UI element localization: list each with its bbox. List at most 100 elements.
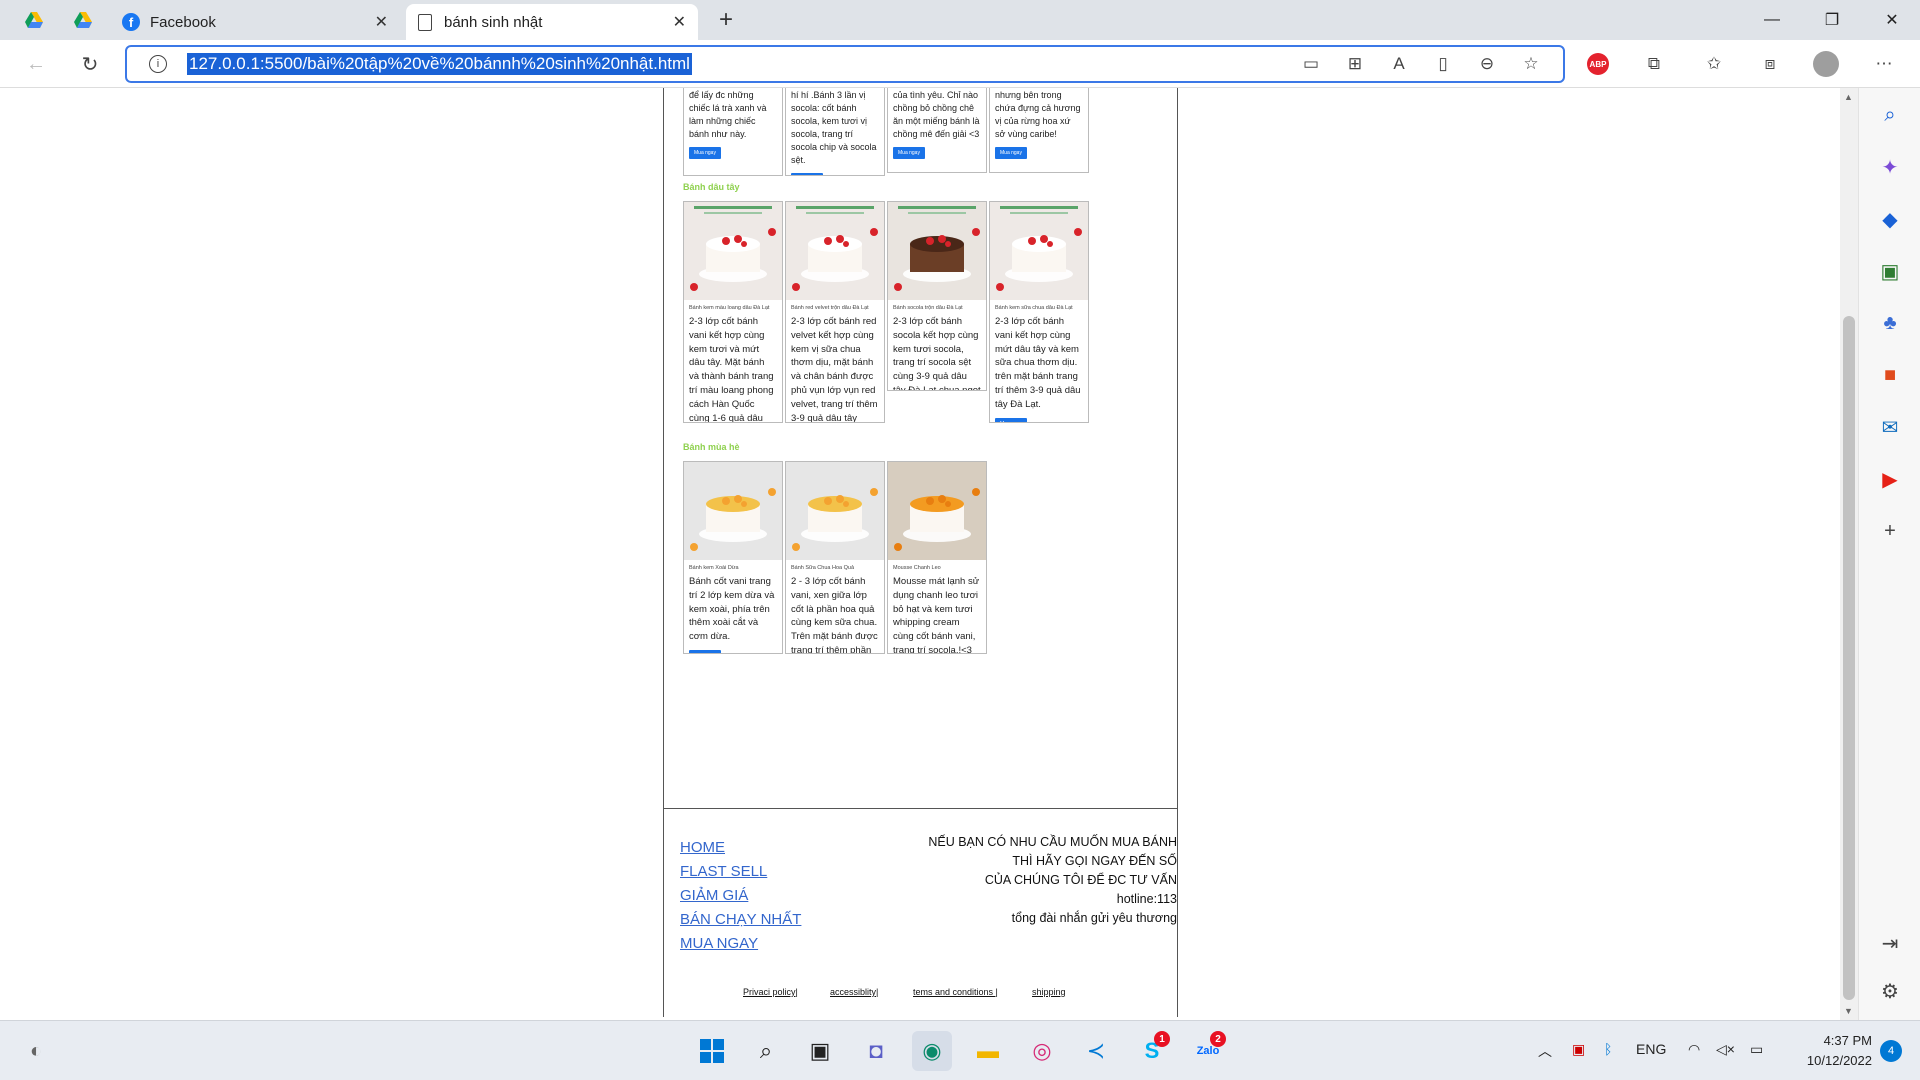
info-icon[interactable]: i <box>149 55 167 73</box>
taskbar-search-icon[interactable]: ⌕ <box>746 1031 786 1071</box>
read-aloud-icon[interactable]: A <box>1385 50 1413 78</box>
google-drive-tab-icon-2[interactable] <box>65 6 101 34</box>
show-hidden-icons-icon[interactable]: ︿ <box>1538 1041 1552 1061</box>
vertical-scrollbar[interactable]: ▲ ▼ <box>1840 88 1858 1020</box>
collections-icon[interactable]: ⧈ <box>1756 50 1784 78</box>
copilot-icon[interactable]: ✦ <box>1871 148 1909 186</box>
profile-avatar-icon[interactable] <box>1812 50 1840 78</box>
product-card: lặn sâu đến 1000fit để lấy đc những chiế… <box>683 88 783 176</box>
add-sidebar-app-icon[interactable]: + <box>1871 512 1909 550</box>
start-icon[interactable] <box>692 1031 732 1071</box>
vscode-icon[interactable]: ≺ <box>1076 1031 1116 1071</box>
product-image[interactable] <box>786 462 884 560</box>
instagram-icon[interactable]: ◎ <box>1022 1031 1062 1071</box>
edge-taskbar-icon[interactable]: ◉ <box>912 1031 952 1071</box>
office-icon[interactable]: ■ <box>1871 356 1909 394</box>
buy-now-button[interactable]: Mua ngay <box>791 173 823 175</box>
adblock-icon[interactable]: ABP <box>1584 50 1612 78</box>
browser-toolbar: ← ↻ i 127.0.0.1:5500/bài%20tập%20về%20bá… <box>0 40 1920 88</box>
footer-link-ban-chay[interactable]: BÁN CHẠY NHẤT <box>680 911 801 928</box>
add-favorite-icon[interactable]: ☆ <box>1517 50 1545 78</box>
notification-count[interactable]: 4 <box>1880 1040 1902 1062</box>
terms-link[interactable]: tems and conditions | <box>913 987 998 997</box>
language-indicator[interactable]: ENG <box>1636 1041 1666 1057</box>
search-icon[interactable]: ⌕ <box>1871 96 1909 134</box>
footer-link-flash-sell[interactable]: FLAST SELL <box>680 863 767 880</box>
refresh-icon[interactable]: ↻ <box>72 46 108 82</box>
restore-icon[interactable]: ❐ <box>1804 0 1860 40</box>
outlook-icon[interactable]: ✉ <box>1871 408 1909 446</box>
product-description: lặn sâu đến 1000fit để lấy đc những chiế… <box>689 90 767 140</box>
google-drive-tab-icon[interactable] <box>16 6 52 34</box>
zalo-icon[interactable]: Zalo 2 <box>1188 1031 1228 1071</box>
favorites-icon[interactable]: ✩ <box>1700 50 1728 78</box>
hide-sidebar-icon[interactable]: ⇥ <box>1871 924 1909 962</box>
new-tab-icon[interactable]: + <box>708 6 744 34</box>
buy-now-button[interactable]: Mua ngay <box>893 147 925 160</box>
teams-chat-icon[interactable]: ◘ <box>856 1031 896 1071</box>
product-image[interactable] <box>684 462 782 560</box>
battery-icon[interactable]: ▭ <box>1750 1041 1763 1058</box>
immersive-reader-icon[interactable]: ▯ <box>1429 50 1457 78</box>
more-menu-icon[interactable]: ⋯ <box>1870 50 1898 78</box>
games-icon[interactable]: ♣ <box>1871 304 1909 342</box>
scroll-up-icon[interactable]: ▲ <box>1844 92 1853 102</box>
document-icon <box>418 13 432 31</box>
footer-link-giam-gia[interactable]: GIẢM GIÁ <box>680 887 748 904</box>
close-tab-icon[interactable]: ✕ <box>375 12 388 32</box>
privacy-policy-link[interactable]: Privaci policy| <box>743 987 798 997</box>
file-explorer-icon[interactable]: ▬ <box>968 1031 1008 1071</box>
shopping-tag-icon[interactable]: ◆ <box>1871 200 1909 238</box>
back-icon[interactable]: ← <box>18 46 54 82</box>
close-tab-icon[interactable]: ✕ <box>673 12 686 32</box>
tools-icon[interactable]: ▣ <box>1871 252 1909 290</box>
edge-sidebar: ⌕ ✦ ◆ ▣ ♣ ■ ✉ ▶ + ⇥ ⚙ <box>1858 88 1920 1020</box>
product-name: Bánh kem Xoài Dừa <box>689 565 739 571</box>
product-image[interactable] <box>684 202 782 300</box>
product-card: Bánh kem màu loang dâu Đà Lạt 2-3 lớp cốt… <box>683 201 783 423</box>
product-image[interactable] <box>786 202 884 300</box>
scroll-down-icon[interactable]: ▼ <box>1844 1006 1853 1016</box>
clock-time[interactable]: 4:37 PM <box>1796 1033 1872 1048</box>
apps-icon[interactable]: ⊞ <box>1341 50 1369 78</box>
accessibility-link[interactable]: accessiblity| <box>830 987 878 997</box>
weather-widget-icon[interactable]: ◐ <box>16 1031 56 1071</box>
clock-date[interactable]: 10/12/2022 <box>1788 1053 1872 1068</box>
shipping-link[interactable]: shipping <box>1032 987 1066 997</box>
url-text[interactable]: 127.0.0.1:5500/bài%20tập%20về%20bánnh%20… <box>187 53 692 75</box>
volume-muted-icon[interactable]: ◁× <box>1716 1041 1735 1058</box>
scrollbar-thumb[interactable] <box>1843 316 1855 1000</box>
minimize-icon[interactable]: — <box>1744 0 1800 40</box>
product-card: Mousse Chanh Leo Mousse mát lạnh sử dụng … <box>887 461 987 654</box>
footer-info-line: THÌ HÃY GỌI NGAY ĐẾN SỐ <box>1012 854 1177 868</box>
extensions-icon[interactable]: ⧉ <box>1640 50 1668 78</box>
buy-now-button[interactable]: Mua ngay <box>995 147 1027 160</box>
footer-hotline: hotline:113 <box>1116 892 1177 906</box>
address-bar[interactable]: i 127.0.0.1:5500/bài%20tập%20về%20bánnh%… <box>125 45 1565 83</box>
product-image[interactable] <box>990 202 1088 300</box>
window-close-icon[interactable]: ✕ <box>1864 0 1920 40</box>
buy-now-button[interactable]: Mua ngay <box>689 147 721 160</box>
product-image[interactable] <box>888 462 986 560</box>
skype-badge: 1 <box>1154 1031 1170 1047</box>
task-view-icon[interactable]: ▣ <box>800 1031 840 1071</box>
tab-banh-sinh-nhat[interactable]: bánh sinh nhật ✕ <box>406 4 698 40</box>
product-description: 2-3 lớp cốt bánh vani kết hợp cùng kem t… <box>689 316 774 423</box>
buy-now-button[interactable]: Mua ngay <box>995 417 1027 422</box>
app-tray-icon[interactable]: ▣ <box>1572 1041 1585 1058</box>
zoom-out-icon[interactable]: ⊖ <box>1473 50 1501 78</box>
tab-bar: f Facebook ✕ bánh sinh nhật ✕ + — ❐ ✕ <box>0 0 1920 40</box>
product-description: Mousse mát lạnh sử dụng chanh leo tươi b… <box>893 576 980 654</box>
app-available-icon[interactable]: ▭ <box>1297 50 1325 78</box>
footer-link-home[interactable]: HOME <box>680 839 725 856</box>
youtube-icon[interactable]: ▶ <box>1871 460 1909 498</box>
tab-facebook[interactable]: f Facebook ✕ <box>110 4 400 40</box>
bluetooth-icon[interactable]: ᛒ <box>1604 1041 1612 1057</box>
buy-now-button[interactable]: Mua ngay <box>689 649 721 653</box>
footer-link-mua-ngay[interactable]: MUA NGAY <box>680 935 758 952</box>
wifi-icon[interactable]: ◠ <box>1688 1041 1700 1058</box>
sidebar-settings-icon[interactable]: ⚙ <box>1871 972 1909 1010</box>
footer: HOME FLAST SELL GIẢM GIÁ BÁN CHẠY NHẤT M… <box>664 808 1177 1017</box>
product-image[interactable] <box>888 202 986 300</box>
skype-icon[interactable]: S1 <box>1132 1031 1172 1071</box>
